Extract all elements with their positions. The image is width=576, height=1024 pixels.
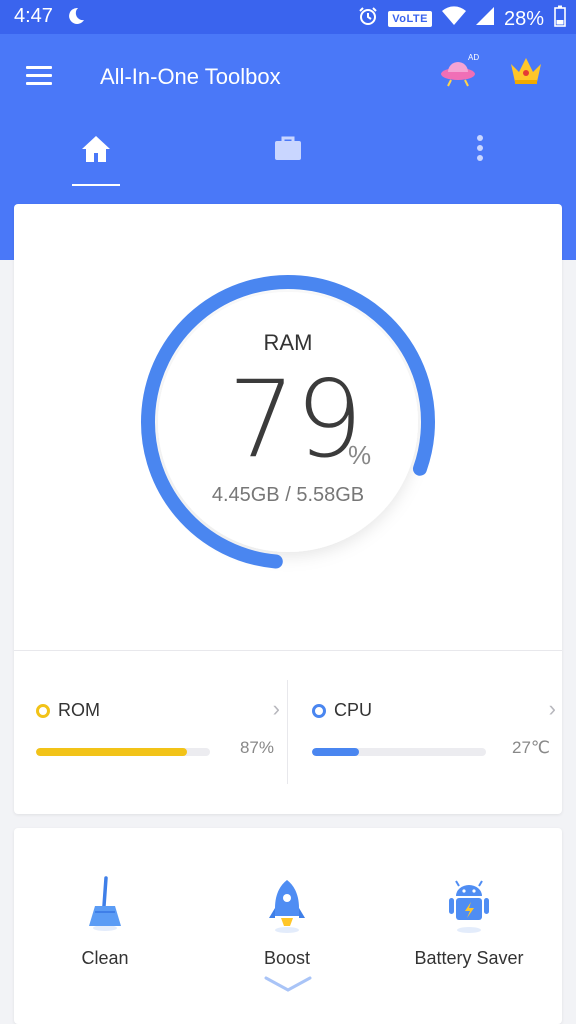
rom-stat[interactable]: ROM › 87% bbox=[34, 694, 284, 784]
ram-memory-usage: 4.45GB / 5.58GB bbox=[211, 484, 365, 506]
wifi-icon bbox=[441, 6, 466, 32]
cpu-dot-icon bbox=[312, 704, 326, 718]
rocket-icon bbox=[212, 876, 362, 936]
cpu-progress-fill bbox=[312, 748, 359, 756]
alarm-icon bbox=[358, 6, 378, 32]
cpu-temperature: 27℃ bbox=[511, 738, 550, 757]
tab-tools[interactable] bbox=[258, 134, 318, 174]
divider bbox=[14, 650, 562, 651]
rom-progress-fill bbox=[36, 748, 188, 756]
ram-percent-value: 79 bbox=[228, 358, 363, 481]
cpu-label: CPU bbox=[334, 700, 373, 720]
android-battery-icon bbox=[394, 876, 544, 936]
crown-premium-icon[interactable] bbox=[508, 54, 544, 91]
chevron-down-icon[interactable] bbox=[264, 974, 312, 999]
system-status-card: RAM 79 % 4.45GB / 5.58GB ROM › 87% CPU ›… bbox=[14, 204, 562, 814]
battery-saver-label: Battery Saver bbox=[414, 948, 524, 968]
cpu-progress-bar bbox=[312, 748, 486, 756]
status-time: 4:47 bbox=[14, 5, 53, 27]
briefcase-icon bbox=[273, 134, 303, 174]
volte-badge: VoLTE bbox=[388, 11, 432, 27]
signal-icon bbox=[475, 6, 494, 32]
cpu-stat[interactable]: CPU › 27℃ bbox=[310, 694, 560, 784]
rom-label: ROM bbox=[58, 700, 100, 720]
ram-percent-unit: % bbox=[348, 440, 372, 470]
broom-icon bbox=[30, 876, 180, 936]
ad-badge: AD bbox=[468, 53, 479, 62]
battery-percent: 28% bbox=[503, 7, 544, 30]
tab-more[interactable] bbox=[450, 134, 510, 174]
ufo-ad-icon[interactable]: AD bbox=[440, 52, 480, 93]
chevron-right-icon: › bbox=[548, 696, 556, 721]
battery-icon bbox=[554, 5, 566, 33]
more-vert-icon bbox=[476, 134, 484, 174]
ram-label: RAM bbox=[263, 330, 313, 355]
home-icon bbox=[80, 134, 112, 174]
active-tab-indicator bbox=[72, 184, 120, 186]
clean-button[interactable]: Clean bbox=[30, 876, 180, 976]
rom-progress-bar bbox=[36, 748, 210, 756]
status-bar: 4:47 VoLTE 28% bbox=[0, 0, 576, 34]
chevron-right-icon: › bbox=[272, 696, 280, 721]
night-mode-icon bbox=[66, 6, 86, 31]
quick-actions-card: Clean Boost Battery Saver bbox=[14, 828, 562, 1024]
app-title: All-In-One Toolbox bbox=[100, 64, 281, 89]
hamburger-menu-icon[interactable] bbox=[26, 66, 52, 86]
boost-label: Boost bbox=[263, 948, 311, 968]
battery-saver-button[interactable]: Battery Saver bbox=[394, 876, 544, 976]
clean-label: Clean bbox=[81, 948, 129, 968]
tab-home[interactable] bbox=[66, 134, 126, 174]
divider bbox=[287, 680, 288, 784]
rom-value: 87% bbox=[239, 738, 274, 757]
boost-button[interactable]: Boost bbox=[212, 876, 362, 976]
rom-dot-icon bbox=[36, 704, 50, 718]
